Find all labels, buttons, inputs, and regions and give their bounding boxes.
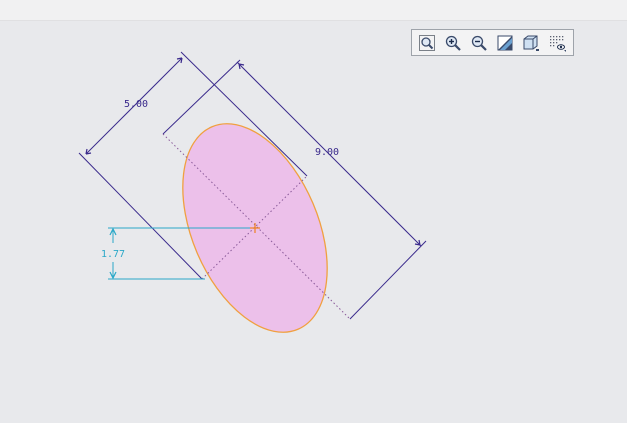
zoom-in-icon — [445, 35, 461, 51]
display-style-button[interactable] — [520, 32, 542, 54]
sketch-canvas[interactable]: 5.00 9.00 1.77 — [0, 0, 627, 423]
zoom-fit-icon — [419, 34, 435, 51]
zoom-in-button[interactable] — [442, 32, 464, 54]
repaint-icon — [497, 35, 513, 50]
dimension-vertical-offset-label[interactable]: 1.77 — [101, 249, 125, 260]
display-style-icon — [523, 35, 539, 51]
grid-display-icon — [550, 35, 566, 52]
zoom-out-icon — [471, 35, 487, 51]
graphics-toolbar — [411, 29, 574, 56]
dimension-minor-axis-label[interactable]: 5.00 — [124, 99, 148, 110]
grid-display-button[interactable] — [546, 32, 568, 54]
zoom-fit-button[interactable] — [416, 32, 438, 54]
repaint-button[interactable] — [494, 32, 516, 54]
dimension-major-axis-label[interactable]: 9.00 — [315, 147, 339, 158]
zoom-out-button[interactable] — [468, 32, 490, 54]
